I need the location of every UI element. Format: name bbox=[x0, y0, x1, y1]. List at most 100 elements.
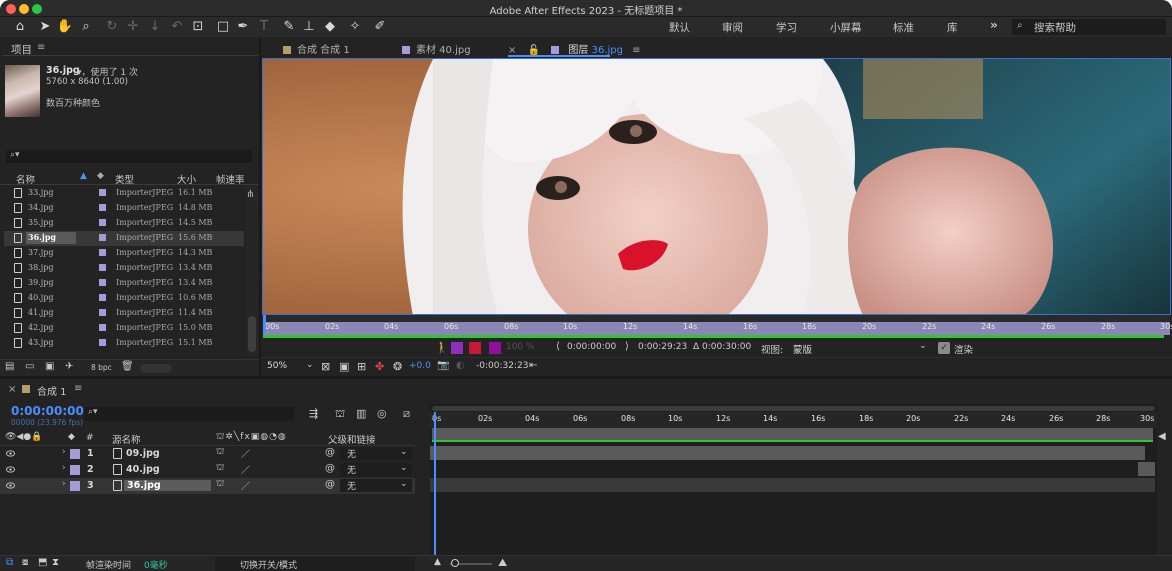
panel-menu-icon[interactable]: ≡ bbox=[632, 45, 640, 56]
work-area-track[interactable] bbox=[432, 428, 1153, 440]
mode-magenta-button[interactable] bbox=[489, 342, 501, 354]
quality-switch-icon[interactable]: ／ bbox=[241, 463, 250, 476]
col-source-name[interactable]: 源名称 bbox=[112, 432, 141, 446]
keyframe-nav-icon[interactable]: ◀ bbox=[1158, 431, 1166, 442]
zoom-icon[interactable]: ⌕ bbox=[77, 18, 95, 35]
panel-menu-icon[interactable]: ≡ bbox=[37, 42, 45, 53]
list-item[interactable]: 34.jpg ImporterJPEG 14.8 MB bbox=[4, 201, 244, 216]
col-type[interactable]: 类型 bbox=[115, 172, 134, 186]
home-icon[interactable]: ⌂ bbox=[11, 18, 29, 35]
quality-switch-icon[interactable]: ／ bbox=[241, 447, 250, 460]
interpret-footage-icon[interactable]: ▤ bbox=[5, 361, 14, 372]
motion-blur-icon[interactable]: ◎ bbox=[377, 407, 387, 420]
timeline-tab-label[interactable]: 合成 1 bbox=[37, 383, 67, 398]
channel-icon[interactable]: ✤ bbox=[375, 360, 384, 373]
eye-icon[interactable] bbox=[6, 450, 15, 457]
set-out-point-icon[interactable]: ⟩ bbox=[625, 341, 629, 352]
viewer-playhead[interactable] bbox=[263, 315, 266, 333]
help-search-input[interactable]: ⌕ 搜索帮助 bbox=[1012, 19, 1166, 35]
av-switches-icon[interactable]: 👁◀●🔒 bbox=[5, 432, 42, 442]
pan-icon[interactable]: ✛ bbox=[124, 18, 142, 35]
label-color-swatch[interactable] bbox=[99, 219, 106, 226]
timeline-playhead[interactable] bbox=[434, 412, 436, 556]
pick-whip-icon[interactable]: @ bbox=[325, 463, 335, 474]
flowchart-icon[interactable]: ⋔ bbox=[246, 189, 254, 200]
label-tag-icon[interactable]: ◆ bbox=[68, 432, 75, 442]
layer-image[interactable] bbox=[262, 58, 1171, 315]
expand-chevron-icon[interactable]: › bbox=[62, 447, 66, 457]
timeline-timecode[interactable]: 0:00:00:00 bbox=[11, 404, 84, 418]
workspace-small-screen[interactable]: 小屏幕 bbox=[830, 20, 862, 35]
expand-chevron-icon[interactable]: › bbox=[62, 479, 66, 489]
mode-purple-button[interactable] bbox=[451, 342, 463, 354]
layer-name[interactable]: 40.jpg bbox=[126, 464, 160, 475]
brush-icon[interactable]: ✎ bbox=[280, 18, 298, 35]
label-color-swatch[interactable] bbox=[99, 249, 106, 256]
modes-toggle-icon[interactable]: ⧇ bbox=[22, 557, 28, 568]
eraser-icon[interactable]: ◆ bbox=[321, 18, 339, 35]
layer-bar[interactable] bbox=[1138, 462, 1155, 476]
project-scrollbar[interactable] bbox=[246, 186, 258, 356]
trash-icon[interactable]: 🗑 bbox=[121, 361, 134, 372]
tab-footage[interactable]: 素材 40.jpg bbox=[402, 41, 471, 56]
zoom-in-icon[interactable]: ⛰ bbox=[498, 556, 507, 570]
exposure-reset-icon[interactable]: ❂ bbox=[393, 360, 402, 373]
current-timecode[interactable]: -0:00:32:23 bbox=[476, 361, 528, 371]
work-area-bar[interactable] bbox=[432, 440, 1153, 442]
hand-icon[interactable]: ✋ bbox=[56, 18, 74, 35]
pick-whip-icon[interactable]: @ bbox=[325, 447, 335, 458]
grid-icon[interactable]: ▣ bbox=[339, 360, 349, 373]
list-item[interactable]: 42.jpg ImporterJPEG 15.0 MB bbox=[4, 321, 244, 336]
scrollbar-thumb[interactable] bbox=[248, 316, 256, 352]
timeline-ruler[interactable]: 0s 02s 04s 06s 08s 10s 12s 14s 16s 18s 2… bbox=[430, 412, 1157, 428]
workspace-learn[interactable]: 学习 bbox=[776, 20, 797, 35]
more-workspaces-button[interactable]: » bbox=[990, 18, 998, 32]
clone-stamp-icon[interactable]: ⊥ bbox=[300, 18, 318, 35]
list-item[interactable]: 37.jpg ImporterJPEG 14.3 MB bbox=[4, 246, 244, 261]
workspace-default[interactable]: 默认 bbox=[669, 20, 690, 35]
layer-bar[interactable] bbox=[430, 446, 1145, 460]
parent-select[interactable]: 无 ⌄ bbox=[340, 447, 412, 460]
close-icon[interactable]: × bbox=[8, 384, 16, 395]
layer-name[interactable]: 36.jpg bbox=[124, 480, 211, 491]
panel-menu-icon[interactable]: ≡ bbox=[74, 383, 82, 394]
workspace-review[interactable]: 审阅 bbox=[722, 20, 743, 35]
type-icon[interactable]: T bbox=[255, 18, 273, 35]
puppet-pin-icon[interactable]: ✐ bbox=[371, 18, 389, 35]
list-item[interactable]: 39.jpg ImporterJPEG 13.4 MB bbox=[4, 276, 244, 291]
render-checkbox[interactable]: ✓ bbox=[938, 342, 950, 354]
new-folder-icon[interactable]: ▭ bbox=[25, 361, 34, 372]
list-item[interactable]: 40.jpg ImporterJPEG 10.6 MB bbox=[4, 291, 244, 306]
parent-select[interactable]: 无 ⌄ bbox=[340, 463, 412, 476]
layer-name[interactable]: 09.jpg bbox=[126, 448, 160, 459]
work-area-bar[interactable] bbox=[263, 335, 1164, 338]
expand-chevron-icon[interactable]: › bbox=[62, 463, 66, 473]
mode-red-button[interactable] bbox=[469, 342, 481, 354]
snapshot-icon[interactable]: 📷 bbox=[437, 360, 449, 371]
label-tag-icon[interactable]: ◆ bbox=[97, 171, 104, 181]
list-item[interactable]: 43.jpg ImporterJPEG 15.1 MB bbox=[4, 336, 244, 351]
shy-switch-icon[interactable]: ⛫ bbox=[216, 447, 224, 458]
panel-splitter[interactable] bbox=[259, 37, 261, 376]
comp-flowchart-icon[interactable]: ⇶ bbox=[309, 407, 318, 420]
tab-layer[interactable]: × 🔓 图层 36.jpg ≡ bbox=[508, 41, 641, 56]
exposure-value[interactable]: +0.0 bbox=[409, 361, 431, 371]
frame-blending-icon[interactable]: ▥ bbox=[356, 407, 366, 420]
table-row-selected[interactable]: › 3 36.jpg ⛫ ／ @ 无 ⌄ bbox=[0, 478, 415, 494]
label-color-swatch[interactable] bbox=[99, 264, 106, 271]
timeline-graph[interactable]: 0s 02s 04s 06s 08s 10s 12s 14s 16s 18s 2… bbox=[430, 404, 1157, 556]
show-snapshot-icon[interactable]: ◐ bbox=[456, 360, 465, 371]
rotate-icon[interactable]: ↶ bbox=[168, 18, 186, 35]
workspace-standard[interactable]: 标准 bbox=[893, 20, 914, 35]
new-composition-icon[interactable]: ▣ bbox=[45, 361, 54, 372]
label-color-swatch[interactable] bbox=[99, 279, 106, 286]
list-item[interactable]: 38.jpg ImporterJPEG 13.4 MB bbox=[4, 261, 244, 276]
col-parent-link[interactable]: 父级和链接 bbox=[328, 432, 376, 446]
roto-brush-icon[interactable]: ✧ bbox=[346, 18, 364, 35]
col-fps[interactable]: 帧速率 bbox=[216, 172, 245, 186]
table-row[interactable]: › 2 40.jpg ⛫ ／ @ 无 ⌄ bbox=[0, 462, 415, 478]
list-item[interactable]: 33.jpg ImporterJPEG 16.1 MB bbox=[4, 186, 244, 201]
workspace-libraries[interactable]: 库 bbox=[947, 20, 958, 35]
label-color-swatch[interactable] bbox=[99, 324, 106, 331]
layer-label-color[interactable] bbox=[70, 481, 80, 491]
